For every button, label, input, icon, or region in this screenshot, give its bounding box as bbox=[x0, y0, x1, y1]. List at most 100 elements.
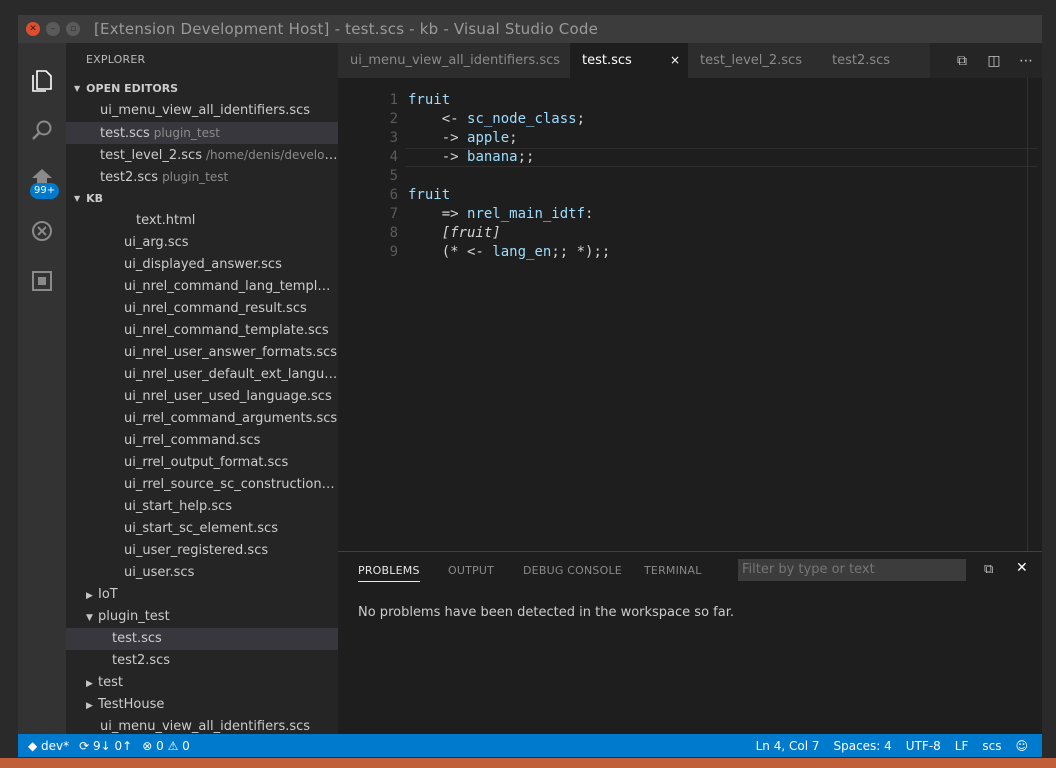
debug-icon[interactable] bbox=[26, 215, 58, 247]
git-branch-item[interactable]: ◆ dev* bbox=[28, 739, 69, 753]
problems-filter-input[interactable] bbox=[738, 559, 966, 581]
open-editor-item[interactable]: ui_menu_view_all_identifiers.scs bbox=[66, 100, 338, 122]
code-line: (* <- lang_en;; *);; bbox=[408, 244, 611, 260]
file-item[interactable]: ui_start_help.scs bbox=[66, 496, 338, 518]
folder-item[interactable]: ▶ TestHouse bbox=[66, 694, 338, 716]
language-mode[interactable]: scs bbox=[982, 739, 1001, 753]
tab-test-level-2[interactable]: test_level_2.scs bbox=[688, 43, 820, 78]
chevron-down-icon: ▼ bbox=[74, 194, 81, 203]
split-editor-icon[interactable]: ◫ bbox=[978, 53, 1010, 69]
line-number: 7 bbox=[389, 206, 398, 222]
editor-scrollbar[interactable] bbox=[1027, 78, 1028, 551]
tab-test-scs[interactable]: test.scs × bbox=[570, 43, 688, 78]
collapse-all-icon[interactable]: ⧉ bbox=[984, 562, 993, 577]
kb-label: KB bbox=[86, 192, 104, 205]
close-icon[interactable]: × bbox=[670, 43, 680, 78]
file-item[interactable]: ui_rrel_output_format.scs bbox=[66, 452, 338, 474]
tab-terminal[interactable]: TERMINAL bbox=[644, 564, 702, 577]
window-minimize-button[interactable]: – bbox=[46, 22, 60, 36]
open-editor-item[interactable]: test.scs plugin_test bbox=[66, 122, 338, 144]
encoding[interactable]: UTF-8 bbox=[906, 739, 941, 753]
line-number: 6 bbox=[389, 187, 398, 203]
code-line: <- sc_node_class; bbox=[408, 111, 586, 127]
desktop-strip bbox=[0, 758, 1056, 768]
cursor-position[interactable]: Ln 4, Col 7 bbox=[756, 739, 820, 753]
line-number: 4 bbox=[389, 149, 398, 165]
title-bar: ✕ – ▫ [Extension Development Host] - tes… bbox=[18, 15, 1042, 43]
folder-item[interactable]: ▼ plugin_test bbox=[66, 606, 338, 628]
file-item[interactable]: ui_rrel_command.scs bbox=[66, 430, 338, 452]
extensions-icon[interactable] bbox=[26, 265, 58, 297]
file-item[interactable]: test2.scs bbox=[66, 650, 338, 672]
window-title: [Extension Development Host] - test.scs … bbox=[94, 20, 599, 38]
more-actions-icon[interactable]: ⋯ bbox=[1010, 53, 1042, 69]
code-line: => nrel_main_idtf: bbox=[408, 206, 594, 222]
file-item[interactable]: ui_nrel_command_result.scs bbox=[66, 298, 338, 320]
file-item[interactable]: ui_nrel_user_answer_formats.scs bbox=[66, 342, 338, 364]
indentation[interactable]: Spaces: 4 bbox=[833, 739, 891, 753]
editor-tabs: ui_menu_view_all_identifiers.scs test.sc… bbox=[338, 43, 1042, 78]
chevron-right-icon: ▶ bbox=[86, 701, 93, 711]
warning-icon: ⚠ bbox=[163, 738, 183, 753]
file-item[interactable]: ui_user_registered.scs bbox=[66, 540, 338, 562]
file-item[interactable]: ui_start_sc_element.scs bbox=[66, 518, 338, 540]
search-icon[interactable] bbox=[26, 115, 58, 147]
open-editors-header[interactable]: ▼ OPEN EDITORS bbox=[66, 78, 338, 100]
file-item[interactable]: ui_user.scs bbox=[66, 562, 338, 584]
file-item[interactable]: text.html bbox=[66, 210, 338, 232]
window-close-button[interactable]: ✕ bbox=[26, 22, 40, 36]
code-line: [fruit] bbox=[441, 225, 501, 241]
line-number: 3 bbox=[389, 130, 398, 146]
problems-message: No problems have been detected in the wo… bbox=[358, 605, 734, 620]
kb-folder-header[interactable]: ▼ KB bbox=[66, 188, 338, 210]
chevron-down-icon: ▼ bbox=[74, 84, 81, 93]
folder-item[interactable]: ▶ IoT bbox=[66, 584, 338, 606]
file-item[interactable]: ui_rrel_command_arguments.scs bbox=[66, 408, 338, 430]
code-line: fruit bbox=[408, 187, 451, 203]
file-description: plugin_test bbox=[162, 170, 229, 184]
source-control-badge: 99+ bbox=[30, 183, 60, 199]
line-number: 5 bbox=[389, 168, 398, 184]
tab-problems[interactable]: PROBLEMS bbox=[358, 564, 420, 582]
file-name: test.scs bbox=[100, 126, 150, 141]
feedback-smiley-icon[interactable]: ☺ bbox=[1015, 739, 1028, 753]
window-maximize-button[interactable]: ▫ bbox=[66, 22, 80, 36]
file-item[interactable]: ui_nrel_command_lang_template.... bbox=[66, 276, 338, 298]
open-editors-label: OPEN EDITORS bbox=[86, 82, 179, 95]
explorer-icon[interactable] bbox=[26, 65, 58, 97]
vscode-window: ✕ – ▫ [Extension Development Host] - tes… bbox=[18, 15, 1042, 757]
file-item[interactable]: ui_menu_view_all_identifiers.scs bbox=[66, 716, 338, 734]
end-of-line[interactable]: LF bbox=[955, 739, 969, 753]
tab-debug-console[interactable]: DEBUG CONSOLE bbox=[523, 564, 622, 577]
close-panel-icon[interactable]: ✕ bbox=[1016, 560, 1028, 576]
code-editor[interactable]: 1 2 3 4 5 6 7 8 9 fruit <- sc_node_class… bbox=[338, 78, 1042, 551]
open-editor-item[interactable]: test2.scs plugin_test bbox=[66, 166, 338, 188]
git-sync-item[interactable]: ⟳ 9↓ 0↑ bbox=[79, 739, 132, 753]
sync-icon: ⟳ bbox=[79, 738, 94, 753]
tab-test2[interactable]: test2.scs bbox=[820, 43, 930, 78]
file-item[interactable]: ui_nrel_user_default_ext_languag... bbox=[66, 364, 338, 386]
open-editor-item[interactable]: test_level_2.scs/home/denis/develop/... bbox=[66, 144, 338, 166]
chevron-right-icon: ▶ bbox=[86, 679, 93, 689]
chevron-right-icon: ▶ bbox=[86, 591, 93, 601]
tab-ui-menu-view[interactable]: ui_menu_view_all_identifiers.scs bbox=[338, 43, 570, 78]
line-number: 1 bbox=[389, 92, 398, 108]
file-item[interactable]: test.scs bbox=[66, 628, 338, 650]
file-item[interactable]: ui_nrel_user_used_language.scs bbox=[66, 386, 338, 408]
folder-item[interactable]: ▶ test bbox=[66, 672, 338, 694]
line-number: 2 bbox=[389, 111, 398, 127]
code-line: -> banana;; bbox=[408, 149, 535, 165]
problems-status-item[interactable]: ⊗ 0 ⚠ 0 bbox=[142, 739, 190, 753]
editor-actions: ⧉ ◫ ⋯ bbox=[946, 43, 1042, 78]
file-item[interactable]: ui_displayed_answer.scs bbox=[66, 254, 338, 276]
file-description: /home/denis/develop/... bbox=[205, 148, 338, 162]
git-branch-icon: ◆ bbox=[28, 738, 42, 753]
file-name: test_level_2.scs bbox=[100, 148, 202, 163]
status-bar: ◆ dev* ⟳ 9↓ 0↑ ⊗ 0 ⚠ 0 Ln 4, Col 7 Space… bbox=[18, 734, 1042, 757]
open-changes-icon[interactable]: ⧉ bbox=[946, 53, 978, 69]
tab-output[interactable]: OUTPUT bbox=[448, 564, 494, 577]
file-name: test2.scs bbox=[100, 170, 159, 185]
file-item[interactable]: ui_arg.scs bbox=[66, 232, 338, 254]
file-item[interactable]: ui_rrel_source_sc_construction.scs bbox=[66, 474, 338, 496]
file-item[interactable]: ui_nrel_command_template.scs bbox=[66, 320, 338, 342]
